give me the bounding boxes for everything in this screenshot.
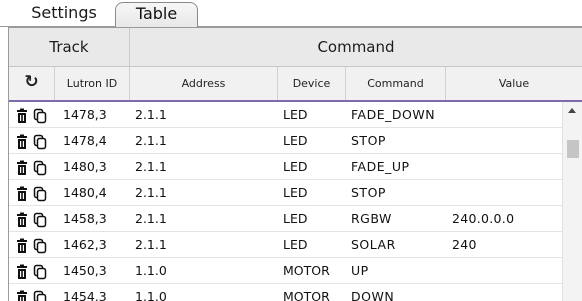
copy-icon[interactable] bbox=[33, 160, 47, 176]
cell-address: 1.1.0 bbox=[135, 289, 167, 301]
cell-command: UP bbox=[351, 263, 369, 278]
tab-settings[interactable]: Settings bbox=[14, 0, 114, 26]
table-row[interactable]: 1478,3 2.1.1 LED FADE_DOWN bbox=[9, 102, 562, 128]
trash-icon[interactable] bbox=[15, 160, 29, 176]
row-actions bbox=[15, 102, 55, 127]
table-row[interactable]: 1462,3 2.1.1 LED SOLAR 240 bbox=[9, 232, 562, 258]
cell-command: STOP bbox=[351, 185, 386, 200]
cell-device: LED bbox=[283, 133, 308, 148]
copy-icon[interactable] bbox=[33, 290, 47, 301]
cell-address: 2.1.1 bbox=[135, 133, 167, 148]
group-header-row: Track Command bbox=[9, 28, 582, 67]
table-row[interactable]: 1450,3 1.1.0 MOTOR UP bbox=[9, 258, 562, 284]
scroll-up-arrow-icon[interactable] bbox=[568, 108, 576, 113]
copy-icon[interactable] bbox=[33, 212, 47, 228]
table-row[interactable]: 1454,3 1.1.0 MOTOR DOWN bbox=[9, 284, 562, 301]
cell-lutron-id: 1478,4 bbox=[63, 133, 107, 148]
scrollbar-thumb[interactable] bbox=[567, 140, 579, 158]
cell-address: 2.1.1 bbox=[135, 185, 167, 200]
copy-icon[interactable] bbox=[33, 238, 47, 254]
trash-icon[interactable] bbox=[15, 238, 29, 254]
copy-icon[interactable] bbox=[33, 108, 47, 124]
cell-address: 2.1.1 bbox=[135, 107, 167, 122]
table-row[interactable]: 1480,3 2.1.1 LED FADE_UP bbox=[9, 154, 562, 180]
table-row[interactable]: 1478,4 2.1.1 LED STOP bbox=[9, 128, 562, 154]
vertical-scrollbar[interactable] bbox=[562, 102, 582, 301]
tab-table[interactable]: Table bbox=[115, 2, 198, 27]
cell-device: MOTOR bbox=[283, 289, 330, 301]
refresh-icon[interactable]: ↻ bbox=[9, 67, 55, 100]
cell-device: MOTOR bbox=[283, 263, 330, 278]
trash-icon[interactable] bbox=[15, 264, 29, 280]
cell-lutron-id: 1462,3 bbox=[63, 237, 107, 252]
row-actions bbox=[15, 258, 55, 283]
trash-icon[interactable] bbox=[15, 134, 29, 150]
cell-lutron-id: 1480,4 bbox=[63, 185, 107, 200]
cell-lutron-id: 1458,3 bbox=[63, 211, 107, 226]
cell-value: 240.0.0.0 bbox=[452, 211, 515, 226]
cell-device: LED bbox=[283, 185, 308, 200]
column-header-command[interactable]: Command bbox=[346, 67, 446, 100]
trash-icon[interactable] bbox=[15, 212, 29, 228]
cell-lutron-id: 1450,3 bbox=[63, 263, 107, 278]
cell-command: DOWN bbox=[351, 289, 395, 301]
row-actions bbox=[15, 128, 55, 153]
group-header-command: Command bbox=[317, 38, 395, 56]
group-header-track: Track bbox=[9, 28, 130, 66]
copy-icon[interactable] bbox=[33, 134, 47, 150]
cell-device: LED bbox=[283, 211, 308, 226]
column-header-row: ↻ Lutron ID Address Device Command Value bbox=[9, 67, 582, 102]
cell-address: 2.1.1 bbox=[135, 237, 167, 252]
column-header-lutron-id[interactable]: Lutron ID bbox=[55, 67, 130, 100]
row-actions bbox=[15, 154, 55, 179]
copy-icon[interactable] bbox=[33, 186, 47, 202]
trash-icon[interactable] bbox=[15, 108, 29, 124]
cell-command: FADE_UP bbox=[351, 159, 410, 174]
cell-device: LED bbox=[283, 237, 308, 252]
cell-lutron-id: 1454,3 bbox=[63, 289, 107, 301]
row-actions bbox=[15, 232, 55, 257]
cell-address: 2.1.1 bbox=[135, 159, 167, 174]
row-actions bbox=[15, 284, 55, 301]
cell-lutron-id: 1480,3 bbox=[63, 159, 107, 174]
trash-icon[interactable] bbox=[15, 290, 29, 301]
table-row[interactable]: 1480,4 2.1.1 LED STOP bbox=[9, 180, 562, 206]
cell-address: 2.1.1 bbox=[135, 211, 167, 226]
cell-command: STOP bbox=[351, 133, 386, 148]
cell-lutron-id: 1478,3 bbox=[63, 107, 107, 122]
tab-bar: Settings Table bbox=[0, 0, 582, 27]
table-panel: Track Command ↻ Lutron ID Address Device… bbox=[8, 27, 582, 301]
cell-command: RGBW bbox=[351, 211, 392, 226]
cell-device: LED bbox=[283, 107, 308, 122]
column-header-device[interactable]: Device bbox=[278, 67, 346, 100]
cell-command: SOLAR bbox=[351, 237, 396, 252]
row-actions bbox=[15, 180, 55, 205]
copy-icon[interactable] bbox=[33, 264, 47, 280]
cell-address: 1.1.0 bbox=[135, 263, 167, 278]
cell-device: LED bbox=[283, 159, 308, 174]
table-row[interactable]: 1458,3 2.1.1 LED RGBW 240.0.0.0 bbox=[9, 206, 562, 232]
column-header-value[interactable]: Value bbox=[446, 67, 582, 100]
cell-value: 240 bbox=[452, 237, 477, 252]
table-body: 1478,3 2.1.1 LED FADE_DOWN 1478,4 2.1.1 … bbox=[9, 102, 562, 301]
trash-icon[interactable] bbox=[15, 186, 29, 202]
column-header-address[interactable]: Address bbox=[130, 67, 278, 100]
cell-command: FADE_DOWN bbox=[351, 107, 436, 122]
row-actions bbox=[15, 206, 55, 231]
